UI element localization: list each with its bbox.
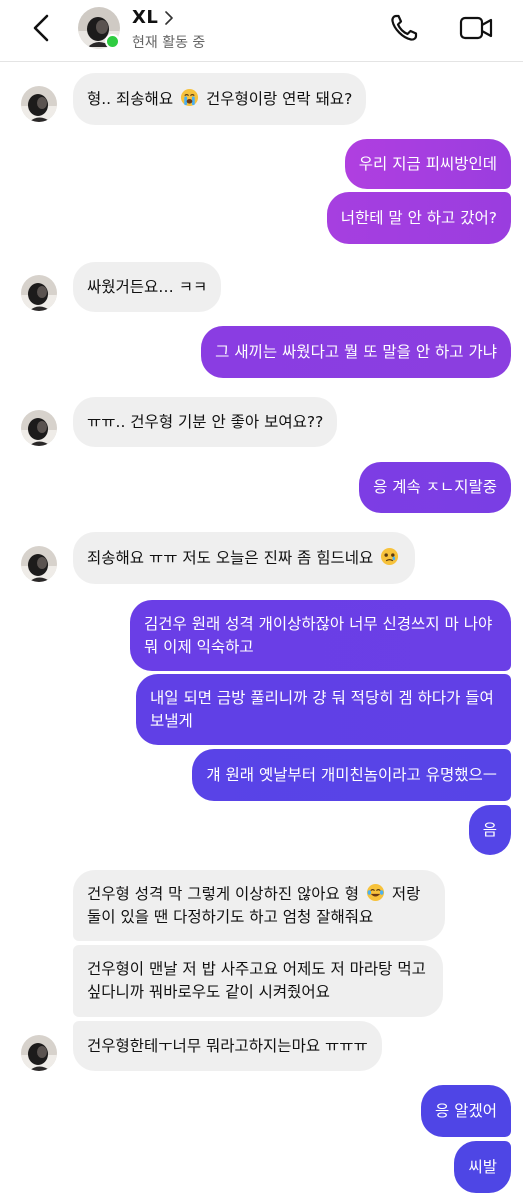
message-bubble-outgoing[interactable]: 응 알겠어 — [421, 1085, 511, 1137]
message-text: 형.. 죄송해요 건우형이랑 연락 돼요? — [87, 88, 353, 108]
sender-avatar[interactable] — [21, 86, 57, 122]
sender-avatar[interactable] — [21, 410, 57, 446]
sender-avatar[interactable] — [21, 275, 57, 311]
message-text: ㅠㅠ.. 건우형 기분 안 좋아 보여요?? — [87, 412, 324, 431]
active-status-text: 현재 활동 중 — [132, 35, 206, 51]
contact-name[interactable]: XL — [132, 7, 174, 28]
message-text: 건우형한테ㅜ너무 뭐라고하지는마요 ㅠㅠㅠ — [87, 1036, 368, 1055]
sender-avatar[interactable] — [21, 1035, 57, 1071]
message-text: 건우형이 맨날 저 밥 사주고요 어제도 저 마라탕 먹고 싶다니까 꿔바로우도… — [87, 960, 426, 1001]
message-bubble-outgoing[interactable]: 김건우 원래 성격 개이상하잖아 너무 신경쓰지 마 나야 뭐 이제 익숙하고 — [130, 600, 511, 671]
message-bubble-outgoing[interactable]: 우리 지금 피씨방인데 — [344, 139, 511, 189]
phone-icon[interactable] — [388, 12, 420, 44]
message-bubble-outgoing[interactable]: 응 계속 ㅈㄴ지랄중 — [359, 462, 511, 513]
chat-header: XL 현재 활동 중 — [0, 0, 523, 62]
message-text: 내일 되면 금방 풀리니까 걍 둬 적당히 겜 하다가 들여보낼게 — [150, 688, 494, 730]
message-bubble-incoming[interactable]: 죄송해요 ㅠㅠ 저도 오늘은 진짜 좀 힘드네요 — [73, 532, 416, 584]
message-text: 우리 지금 피씨방인데 — [358, 154, 497, 173]
message-bubble-outgoing[interactable]: 그 새끼는 싸웠다고 뭘 또 말을 안 하고 가냐 — [201, 326, 511, 378]
message-text: 너한테 말 안 하고 갔어? — [340, 208, 497, 227]
message-bubble-outgoing[interactable]: 씨발 — [454, 1141, 511, 1193]
message-text: 응 계속 ㅈㄴ지랄중 — [373, 478, 497, 496]
sender-avatar[interactable] — [21, 546, 57, 582]
back-arrow-icon[interactable] — [26, 12, 58, 44]
message-bubble-outgoing[interactable]: 음 — [468, 805, 511, 855]
message-bubble-incoming[interactable]: 건우형이 맨날 저 밥 사주고요 어제도 저 마라탕 먹고 싶다니까 꿔바로우도… — [73, 945, 443, 1017]
message-bubble-outgoing[interactable]: 내일 되면 금방 풀리니까 걍 둬 적당히 겜 하다가 들여보낼게 — [136, 674, 511, 745]
message-bubble-incoming[interactable]: ㅠㅠ.. 건우형 기분 안 좋아 보여요?? — [73, 397, 338, 447]
message-bubble-incoming[interactable]: 형.. 죄송해요 건우형이랑 연락 돼요? — [73, 73, 367, 125]
message-text: 싸웠거든요… ㅋㅋ — [87, 277, 208, 296]
message-text: 응 알겠어 — [435, 1101, 497, 1120]
message-text: 걔 원래 옛날부터 개미친놈이라고 유명했으ㅡ — [206, 765, 497, 784]
message-bubble-incoming[interactable]: 건우형 성격 막 그렇게 이상하진 않아요 형 저랑 둘이 있을 땐 다정하기도… — [73, 870, 445, 941]
holding-back-tears-emoji — [381, 547, 399, 565]
message-text: 그 새끼는 싸웠다고 뭘 또 말을 안 하고 가냐 — [215, 342, 497, 361]
message-bubble-incoming[interactable]: 건우형한테ㅜ너무 뭐라고하지는마요 ㅠㅠㅠ — [73, 1021, 382, 1071]
tears-of-joy-emoji — [366, 883, 384, 901]
message-text: 음 — [482, 820, 497, 839]
message-bubble-outgoing[interactable]: 너한테 말 안 하고 갔어? — [326, 192, 511, 244]
online-status-dot — [105, 34, 120, 49]
message-text: 죄송해요 ㅠㅠ 저도 오늘은 진짜 좀 힘드네요 — [87, 547, 401, 570]
message-bubble-incoming[interactable]: 싸웠거든요… ㅋㅋ — [73, 262, 222, 312]
loudly-crying-face-emoji — [180, 88, 199, 106]
contact-name-text: XL — [132, 7, 159, 28]
message-bubble-outgoing[interactable]: 걔 원래 옛날부터 개미친놈이라고 유명했으ㅡ — [192, 749, 511, 801]
message-text: 김건우 원래 성격 개이상하잖아 너무 신경쓰지 마 나야 뭐 이제 익숙하고 — [144, 614, 493, 656]
message-text: 건우형 성격 막 그렇게 이상하진 않아요 형 저랑 둘이 있을 땐 다정하기도… — [87, 883, 421, 926]
message-text: 씨발 — [468, 1157, 497, 1176]
video-camera-icon[interactable] — [458, 12, 494, 44]
chevron-right-icon — [165, 10, 174, 25]
